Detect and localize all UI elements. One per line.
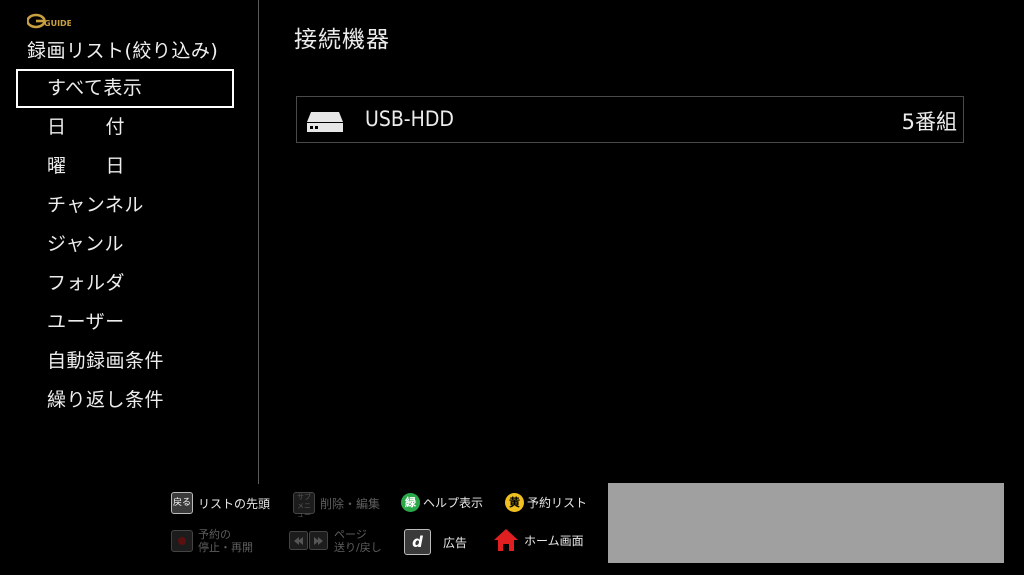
help-yellow-label: 予約リスト — [527, 496, 588, 510]
d-key-icon: d — [404, 529, 431, 555]
filter-menu: すべて表示 日 付 曜 日 チャンネル ジャンル フォルダ ユーザー 自動録画条… — [16, 69, 234, 420]
menu-item-user[interactable]: ユーザー — [16, 303, 234, 342]
help-home[interactable]: ホーム画面 — [493, 528, 584, 552]
ad-panel — [608, 483, 1004, 563]
help-green-label: ヘルプ表示 — [423, 496, 484, 510]
help-ad[interactable]: d 広告 — [404, 529, 467, 555]
hdd-icon — [307, 112, 343, 132]
g-guide-logo: GUIDE — [27, 13, 71, 29]
skip-key-icon — [289, 531, 328, 550]
home-icon — [494, 529, 518, 551]
page-title: 接続機器 — [294, 27, 390, 53]
device-program-count: 5番組 — [901, 110, 957, 134]
menu-item-folder[interactable]: フォルダ — [16, 264, 234, 303]
logo-text: GUIDE — [44, 19, 71, 28]
sidebar-divider — [258, 0, 259, 484]
device-name: USB-HDD — [365, 107, 454, 131]
help-back-label: リストの先頭 — [198, 496, 271, 511]
help-ad-label: 広告 — [443, 535, 468, 550]
back-key-icon: 戻る — [171, 492, 193, 514]
help-green[interactable]: 緑 ヘルプ表示 — [401, 493, 483, 512]
help-page-label: ページ 送り/戻し — [334, 528, 382, 554]
record-key-icon — [171, 530, 193, 552]
help-stop-label: 予約の 停止・再開 — [198, 528, 253, 554]
yellow-key-icon: 黄 — [505, 493, 524, 512]
green-key-icon: 緑 — [401, 493, 420, 512]
menu-item-all[interactable]: すべて表示 — [16, 69, 234, 108]
menu-item-auto-record[interactable]: 自動録画条件 — [16, 342, 234, 381]
menu-item-repeat[interactable]: 繰り返し条件 — [16, 381, 234, 420]
help-yellow[interactable]: 黄 予約リスト — [505, 493, 587, 512]
device-row-usb-hdd[interactable]: USB-HDD 5番組 — [296, 96, 964, 143]
menu-item-date[interactable]: 日 付 — [16, 108, 234, 147]
help-home-label: ホーム画面 — [524, 533, 584, 548]
menu-item-genre[interactable]: ジャンル — [16, 225, 234, 264]
help-submenu-label: 削除・編集 — [320, 496, 381, 511]
help-stop: 予約の 停止・再開 — [171, 528, 253, 554]
help-page: ページ 送り/戻し — [289, 528, 382, 554]
sidebar-title: 録画リスト(絞り込み) — [27, 40, 219, 62]
help-bar: 戻る リストの先頭 サブメニュー 削除・編集 緑 ヘルプ表示 黄 予約リスト 予… — [0, 484, 608, 575]
help-back[interactable]: 戻る リストの先頭 — [171, 492, 270, 514]
menu-item-weekday[interactable]: 曜 日 — [16, 147, 234, 186]
submenu-key-icon: サブメニュー — [293, 492, 315, 519]
help-submenu: サブメニュー 削除・編集 — [293, 492, 381, 519]
menu-item-channel[interactable]: チャンネル — [16, 186, 234, 225]
